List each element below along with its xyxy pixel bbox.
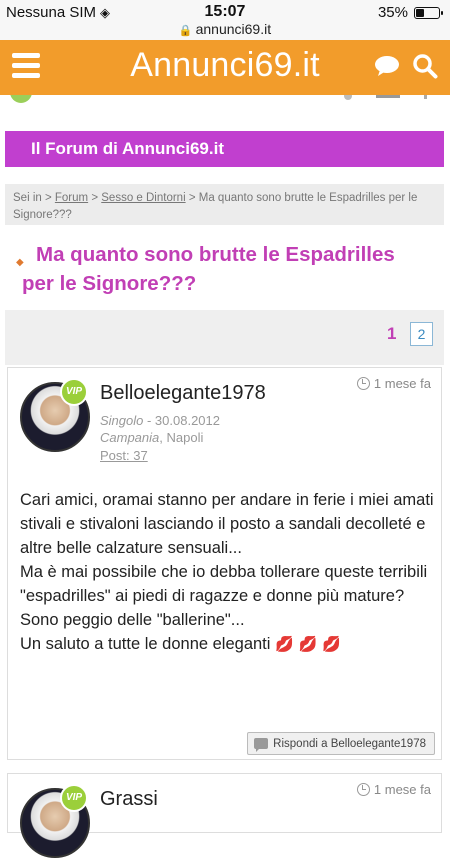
reply-button-label: Rispondi a Belloelegante1978 [273,737,426,750]
status-bar: Nessuna SIM ◈ 15:07 🔒 annunci69.it 35% [0,0,450,40]
page-link-2[interactable]: 2 [410,322,433,346]
more-icon[interactable] [424,95,427,99]
user-posts-count[interactable]: : 37 [126,448,148,463]
user-post-count: Post: 37 [100,448,148,463]
breadcrumb-section-link[interactable]: Sesso e Dintorni [101,192,185,204]
breadcrumb-separator: > [188,192,196,204]
post-paragraph: Sono peggio delle "ballerine"... [20,611,245,629]
url-text: annunci69.it [195,21,272,37]
vip-badge: VIP [60,784,88,812]
user-city: , Napoli [159,430,204,445]
thread-title-text: Ma quanto sono brutte le Espadrilles per… [22,243,395,295]
post-time: 1 mese fa [356,782,431,797]
user-region: Campania [100,430,160,445]
list-icon[interactable] [376,95,400,98]
clock-icon [356,377,370,390]
post-time-label: 1 mese fa [373,782,431,797]
battery-percent: 35% [377,4,408,21]
clock-icon [356,783,370,796]
breadcrumb-prefix: Sei in > [13,192,52,204]
page-current: 1 [387,324,397,343]
breadcrumb: Sei in > Forum > Sesso e Dintorni > Ma q… [5,184,444,225]
battery-icon [414,6,443,19]
notification-icon[interactable] [344,95,352,100]
forum-title: Il Forum di Annunci69.it [5,131,444,167]
breadcrumb-separator: > [91,192,99,204]
pagination: 1 2 [5,310,444,365]
post-paragraph-text: Un saluto a tutte le donne eleganti [20,635,271,653]
subnav-strip [0,95,450,107]
user-status-label: Singolo [100,413,144,428]
breadcrumb-forum-link[interactable]: Forum [55,192,88,204]
user-registration-date: - 30.08.2012 [143,413,220,428]
search-icon[interactable] [412,53,438,79]
vip-badge: VIP [60,378,88,406]
post-body: Cari amici, oramai stanno per andare in … [20,488,435,657]
forum-post: VIP Belloelegante1978 1 mese fa Singolo … [7,367,442,760]
user-location: Campania, Napoli [100,430,203,445]
user-status: Singolo - 30.08.2012 [100,413,220,428]
forum-post: VIP Grassi 1 mese fa [7,773,442,858]
post-username[interactable]: Belloelegante1978 [100,382,266,405]
thread-title: ◆ Ma quanto sono brutte le Espadrilles p… [16,240,432,298]
comment-icon [254,738,269,752]
battery-status: 35% [377,4,443,21]
post-time: 1 mese fa [356,376,431,391]
post-paragraph: Ma è mai possibile che io debba tollerar… [20,563,428,605]
post-time-label: 1 mese fa [373,376,431,391]
reply-button[interactable]: Rispondi a Belloelegante1978 [247,732,435,755]
post-paragraph: Cari amici, oramai stanno per andare in … [20,491,434,557]
chat-bubble-icon[interactable] [374,55,400,77]
post-paragraph: Un saluto a tutte le donne eleganti 💋💋💋 [20,632,435,657]
site-header: Annunci69.it [0,40,450,95]
battery-fill [416,8,424,17]
kiss-emoji: 💋💋💋 [275,636,347,653]
user-posts-link[interactable]: Post [100,448,126,463]
user-icon[interactable] [10,95,32,103]
bullet-icon: ◆ [16,257,24,268]
lock-icon: 🔒 [178,25,193,37]
address-bar[interactable]: 🔒 annunci69.it [0,21,450,37]
